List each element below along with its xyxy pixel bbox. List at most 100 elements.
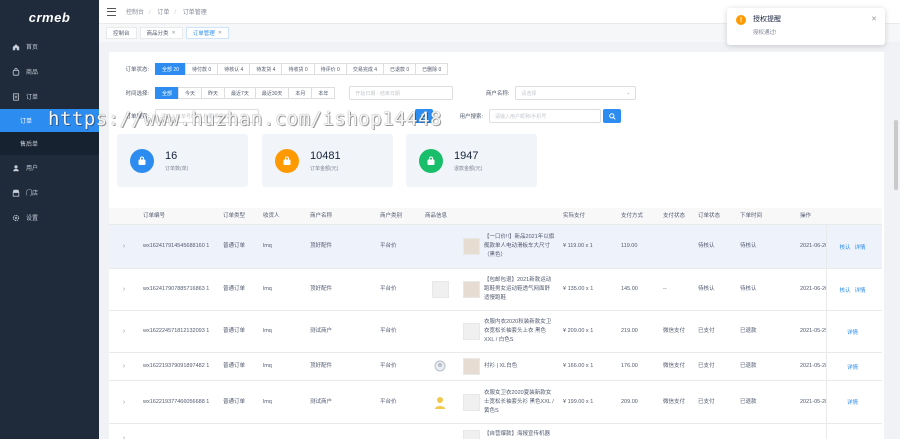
close-icon[interactable]: ✕	[218, 30, 222, 36]
column-header: 支付状态	[663, 212, 686, 219]
time-filter-option[interactable]: 昨天	[201, 87, 226, 99]
goods-thumbnail	[463, 430, 480, 439]
status-filter-option[interactable]: 待评价 0	[313, 63, 347, 75]
goods-thumbnail	[463, 393, 480, 411]
user-search-input[interactable]: 请输入用户昵称/手机号	[489, 109, 601, 123]
action-link[interactable]: 详情	[847, 363, 858, 371]
sidebar-item-label: 门店	[26, 191, 39, 197]
table-row[interactable]: › wx162219379091897482 1 普通订单 lmq 顶好配件 平台价 衬衫 …	[109, 353, 882, 381]
time-filter-option[interactable]: 本年	[311, 87, 336, 99]
table-row[interactable]: › wx162219377466056688 1 普通订单 lmq 测试商户 平台价 衣服女…	[109, 381, 882, 424]
action-link[interactable]: 详情	[855, 286, 866, 294]
date-range-input[interactable]: 开始日期 - 结束日期	[349, 86, 454, 100]
action-cell: 详情	[826, 353, 882, 380]
expand-row-icon[interactable]: ›	[109, 353, 139, 380]
sidebar-item[interactable]: 设置	[0, 205, 99, 230]
warning-icon: !	[736, 15, 746, 25]
table-cell-receiver: lmq	[263, 243, 272, 249]
page-scrollbar[interactable]	[894, 120, 898, 190]
time-filter-option[interactable]: 最近30天	[254, 87, 290, 99]
goods-thumbnail	[463, 281, 480, 298]
expand-row-icon[interactable]: ›	[109, 269, 139, 310]
close-icon[interactable]: ✕	[172, 30, 176, 36]
sidebar-item[interactable]: 用户	[0, 155, 99, 180]
sidebar-item[interactable]: 门店	[0, 180, 99, 205]
time-filter-option[interactable]: 最近7天	[224, 87, 256, 99]
table-cell-avatar	[421, 311, 459, 352]
sidebar-item-label: 设置	[26, 216, 39, 222]
time-filter-option[interactable]: 本月	[288, 87, 313, 99]
status-filter-option[interactable]: 待收货 0	[281, 63, 315, 75]
stat-card: 10481 订单金额(元)	[262, 134, 393, 187]
table-cell-no: wx162219379091897482 1	[143, 363, 210, 369]
tab-item[interactable]: 商品分类 ✕	[139, 27, 183, 39]
merchant-select[interactable]: 请选择 ⌄	[515, 86, 637, 100]
status-filter-option[interactable]: 交易完成 4	[345, 63, 384, 75]
table-cell-category: 平台价	[380, 243, 397, 249]
action-link[interactable]: 详情	[847, 398, 858, 406]
sidebar-subitem[interactable]: 售后单	[0, 132, 99, 155]
table-cell-paystatus: 待核认	[698, 243, 715, 249]
order-icon	[12, 92, 20, 101]
action-link[interactable]: 详情	[855, 243, 866, 251]
table-row[interactable]: › wx162417907885716863 1 普通订单 lmq 顶好配件 平台价 【包邮…	[109, 269, 882, 311]
close-icon[interactable]: ✕	[871, 15, 877, 23]
action-link[interactable]: 核认	[839, 243, 850, 251]
table-cell-type: 普通订单	[223, 398, 246, 405]
user-avatar	[435, 397, 445, 409]
tab-item[interactable]: 控制台	[106, 27, 137, 39]
table-cell-merchant: 顶好配件	[310, 363, 333, 369]
stat-card: 1947 退款金额(元)	[406, 134, 537, 187]
table-row[interactable]: › 【自营爆款】海报宣传机器人 10	[109, 424, 882, 439]
table-cell-status: 待核认	[740, 243, 757, 249]
table-row[interactable]: › wx162417914545688160 1 普通订单 lmq 顶好配件 平台价 【一口…	[109, 225, 882, 269]
status-filter-option[interactable]: 全部 20	[155, 63, 186, 75]
expand-row-icon[interactable]: ›	[109, 225, 139, 268]
tab-item[interactable]: 订单管理 ✕	[185, 27, 229, 39]
notification-title: 授权提醒	[753, 16, 781, 23]
table-cell-category: 平台价	[380, 398, 397, 405]
time-filter-option[interactable]: 全部	[155, 87, 180, 99]
user-search-label: 用户搜索:	[459, 114, 483, 120]
table-cell-method	[659, 225, 694, 268]
sidebar-item[interactable]: 订单	[0, 84, 99, 109]
column-header: 商品信息	[425, 212, 448, 219]
time-filter-label: 时间选择:	[125, 91, 149, 97]
status-filter-option[interactable]: 待发货 4	[249, 63, 283, 75]
status-filter-option[interactable]: 待付款 0	[184, 63, 219, 75]
bag-icon	[130, 148, 154, 173]
expand-row-icon[interactable]: ›	[109, 311, 139, 352]
status-filter-option[interactable]: 已删除 0	[415, 63, 449, 75]
stat-label: 退款金额(元)	[454, 165, 483, 172]
table-cell-merchant: 测试商户	[310, 398, 333, 405]
table-row[interactable]: › wx162224571812132093 1 普通订单 lmq 测试商户 平台价 衣服内…	[109, 311, 882, 353]
table-cell-paystatus: 已支付	[698, 328, 715, 334]
table-cell-goods: 衬衫 | XL白色	[459, 353, 559, 380]
table-cell-paid: 219.00	[621, 328, 638, 334]
breadcrumb-item[interactable]: 控制台	[126, 10, 144, 16]
time-filter-option[interactable]: 今天	[178, 87, 203, 99]
user-avatar	[431, 281, 449, 298]
table-cell-avatar	[421, 381, 459, 423]
status-filter-option[interactable]: 已退款 0	[382, 63, 417, 75]
table-cell-type: 普通订单	[223, 328, 246, 334]
table-cell-paystatus: 已支付	[698, 398, 715, 405]
column-header: 操作	[800, 212, 812, 219]
sidebar-item[interactable]: 商品	[0, 59, 99, 84]
expand-row-icon[interactable]: ›	[109, 381, 139, 423]
action-link[interactable]: 详情	[847, 328, 858, 336]
table-cell-merchant: 顶好配件	[310, 286, 333, 292]
expand-row-icon[interactable]: ›	[109, 424, 139, 439]
action-link[interactable]: 核认	[839, 286, 850, 294]
user-search-button[interactable]	[603, 109, 621, 123]
status-filter-option[interactable]: 待核认 4	[217, 63, 251, 75]
table-cell-receiver: lmq	[263, 286, 272, 292]
table-cell-paystatus: 待核认	[698, 286, 715, 292]
stat-value: 1947	[454, 149, 479, 162]
app-logo[interactable]: crmeb	[0, 0, 99, 34]
gear-icon	[12, 214, 20, 222]
table-cell-type: 普通订单	[223, 363, 246, 369]
breadcrumb-item[interactable]: 订单	[157, 10, 169, 16]
sidebar-item[interactable]: 首页	[0, 34, 99, 59]
menu-toggle-icon[interactable]	[107, 7, 116, 16]
